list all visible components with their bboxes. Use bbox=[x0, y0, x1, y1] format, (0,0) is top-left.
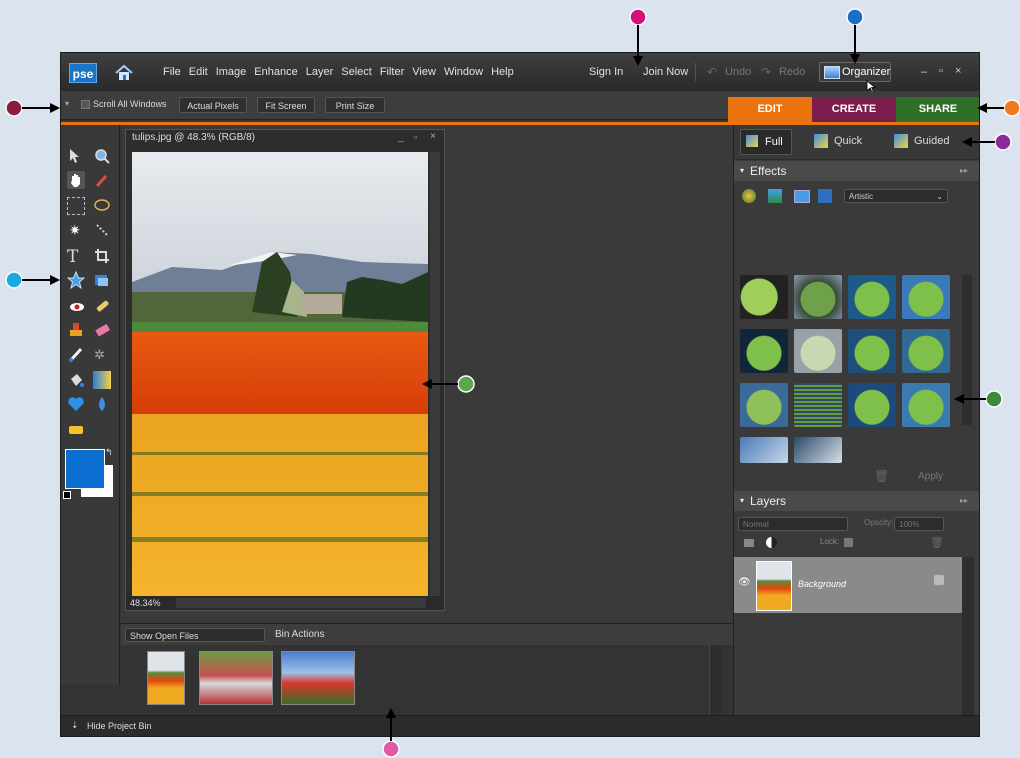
callout-blue bbox=[846, 8, 864, 64]
callout-green-photo bbox=[422, 375, 475, 393]
callout-cyan bbox=[5, 271, 60, 289]
callout-purple bbox=[962, 133, 1012, 151]
callout-layer bbox=[5, 8, 1020, 758]
foreground-color-swatch[interactable] bbox=[65, 449, 105, 489]
callout-magenta bbox=[629, 8, 647, 66]
callout-orange bbox=[977, 99, 1020, 117]
callout-pink bbox=[382, 708, 400, 758]
callout-maroon bbox=[5, 99, 60, 117]
callout-green-panel bbox=[954, 390, 1003, 408]
